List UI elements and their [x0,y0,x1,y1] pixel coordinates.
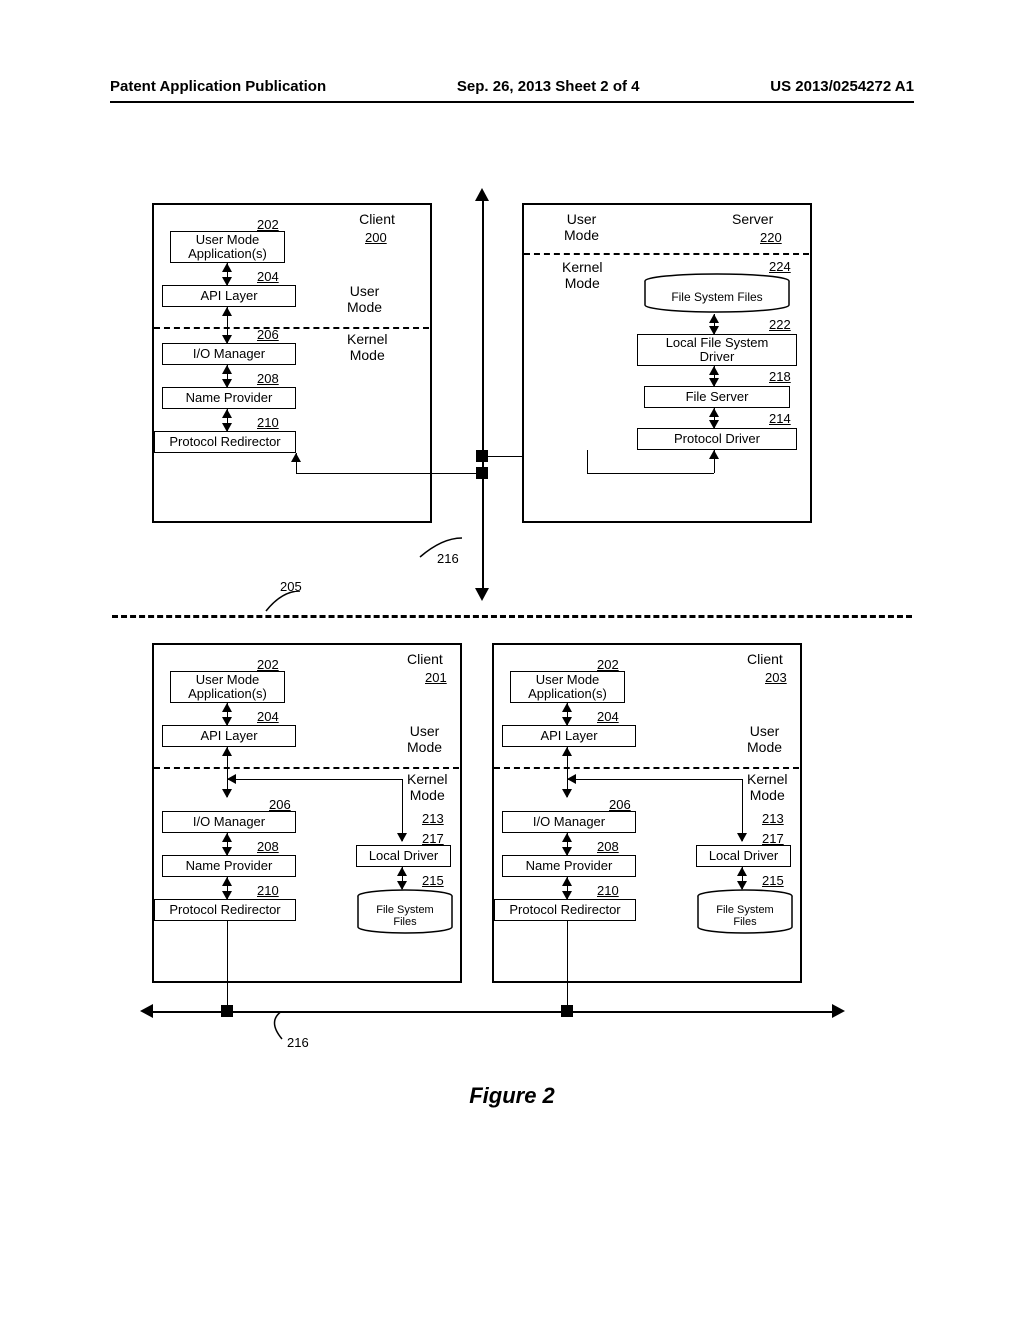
protocol-redirector-c: Protocol Redirector [494,899,636,921]
ref-206-b: 206 [269,797,291,812]
horizontal-bus [150,1011,834,1013]
client-label: Client [347,211,407,227]
ref-210-a: 210 [257,415,279,430]
ref-220: 220 [760,230,782,245]
ref-210-b: 210 [257,883,279,898]
api-layer-b: API Layer [162,725,296,747]
name-provider-c: Name Provider [502,855,636,877]
ref-217-b: 217 [422,831,444,846]
user-mode-apps-a: User Mode Application(s) [170,231,285,263]
ref-202-c: 202 [597,657,619,672]
ref-204-a: 204 [257,269,279,284]
user-mode-a: User Mode [347,283,382,315]
client-label-203: Client [747,651,783,667]
io-manager-b: I/O Manager [162,811,296,833]
ref-202-b: 202 [257,657,279,672]
svg-text:Files: Files [733,916,757,928]
file-system-files-cyl: File System Files [642,273,792,315]
kernel-mode-c: Kernel Mode [747,771,787,803]
user-mode-c: User Mode [747,723,782,755]
api-layer-c: API Layer [502,725,636,747]
big-separator [112,615,912,618]
ref-214: 214 [769,411,791,426]
api-layer-a: API Layer [162,285,296,307]
ref-210-c: 210 [597,883,619,898]
io-manager-c: I/O Manager [502,811,636,833]
protocol-redirector-b: Protocol Redirector [154,899,296,921]
ref-206-c: 206 [609,797,631,812]
local-fs-driver: Local File System Driver [637,334,797,366]
io-manager-a: I/O Manager [162,343,296,365]
svg-text:Files: Files [393,916,417,928]
ref-224: 224 [769,259,791,274]
ref-208-b: 208 [257,839,279,854]
svg-text:File System Files: File System Files [671,290,762,304]
user-mode-apps-c: User Mode Application(s) [510,671,625,703]
kernel-mode-srv: Kernel Mode [562,259,602,291]
ref-215-b: 215 [422,873,444,888]
figure: Client 200 202 User Mode Application(s) … [112,183,912,1243]
kernel-mode-a: Kernel Mode [347,331,387,363]
name-provider-a: Name Provider [162,387,296,409]
ref-204-b: 204 [257,709,279,724]
figure-caption: Figure 2 [112,1083,912,1109]
client-label-201: Client [407,651,443,667]
ref-204-c: 204 [597,709,619,724]
ref-222: 222 [769,317,791,332]
name-provider-b: Name Provider [162,855,296,877]
protocol-driver: Protocol Driver [637,428,797,450]
ref-217-c: 217 [762,831,784,846]
vertical-bus [482,193,484,593]
ref-203: 203 [765,670,787,685]
svg-text:File System: File System [716,904,773,916]
protocol-redirector-a: Protocol Redirector [154,431,296,453]
file-server: File Server [644,386,790,408]
server-label: Server [732,211,773,227]
fs-files-c: File System Files [695,889,795,937]
kernel-mode-b: Kernel Mode [407,771,447,803]
fs-files-b: File System Files [355,889,455,937]
page-header: Patent Application Publication Sep. 26, … [0,0,1024,101]
ref-208-a: 208 [257,371,279,386]
ref-200: 200 [365,230,387,245]
local-driver-b: Local Driver [356,845,451,867]
header-rule [110,101,914,103]
header-right: US 2013/0254272 A1 [770,78,914,95]
ref-213-c: 213 [762,811,784,826]
ref-202-a: 202 [257,217,279,232]
ref-206-a: 206 [257,327,279,342]
ref-208-c: 208 [597,839,619,854]
ref-215-c: 215 [762,873,784,888]
ref-213-b: 213 [422,811,444,826]
user-mode-apps-b: User Mode Application(s) [170,671,285,703]
header-center: Sep. 26, 2013 Sheet 2 of 4 [457,78,640,95]
local-driver-c: Local Driver [696,845,791,867]
header-left: Patent Application Publication [110,78,326,95]
ref-218: 218 [769,369,791,384]
user-mode-srv: User Mode [564,211,599,243]
svg-text:File System: File System [376,904,433,916]
ref-201: 201 [425,670,447,685]
user-mode-b: User Mode [407,723,442,755]
